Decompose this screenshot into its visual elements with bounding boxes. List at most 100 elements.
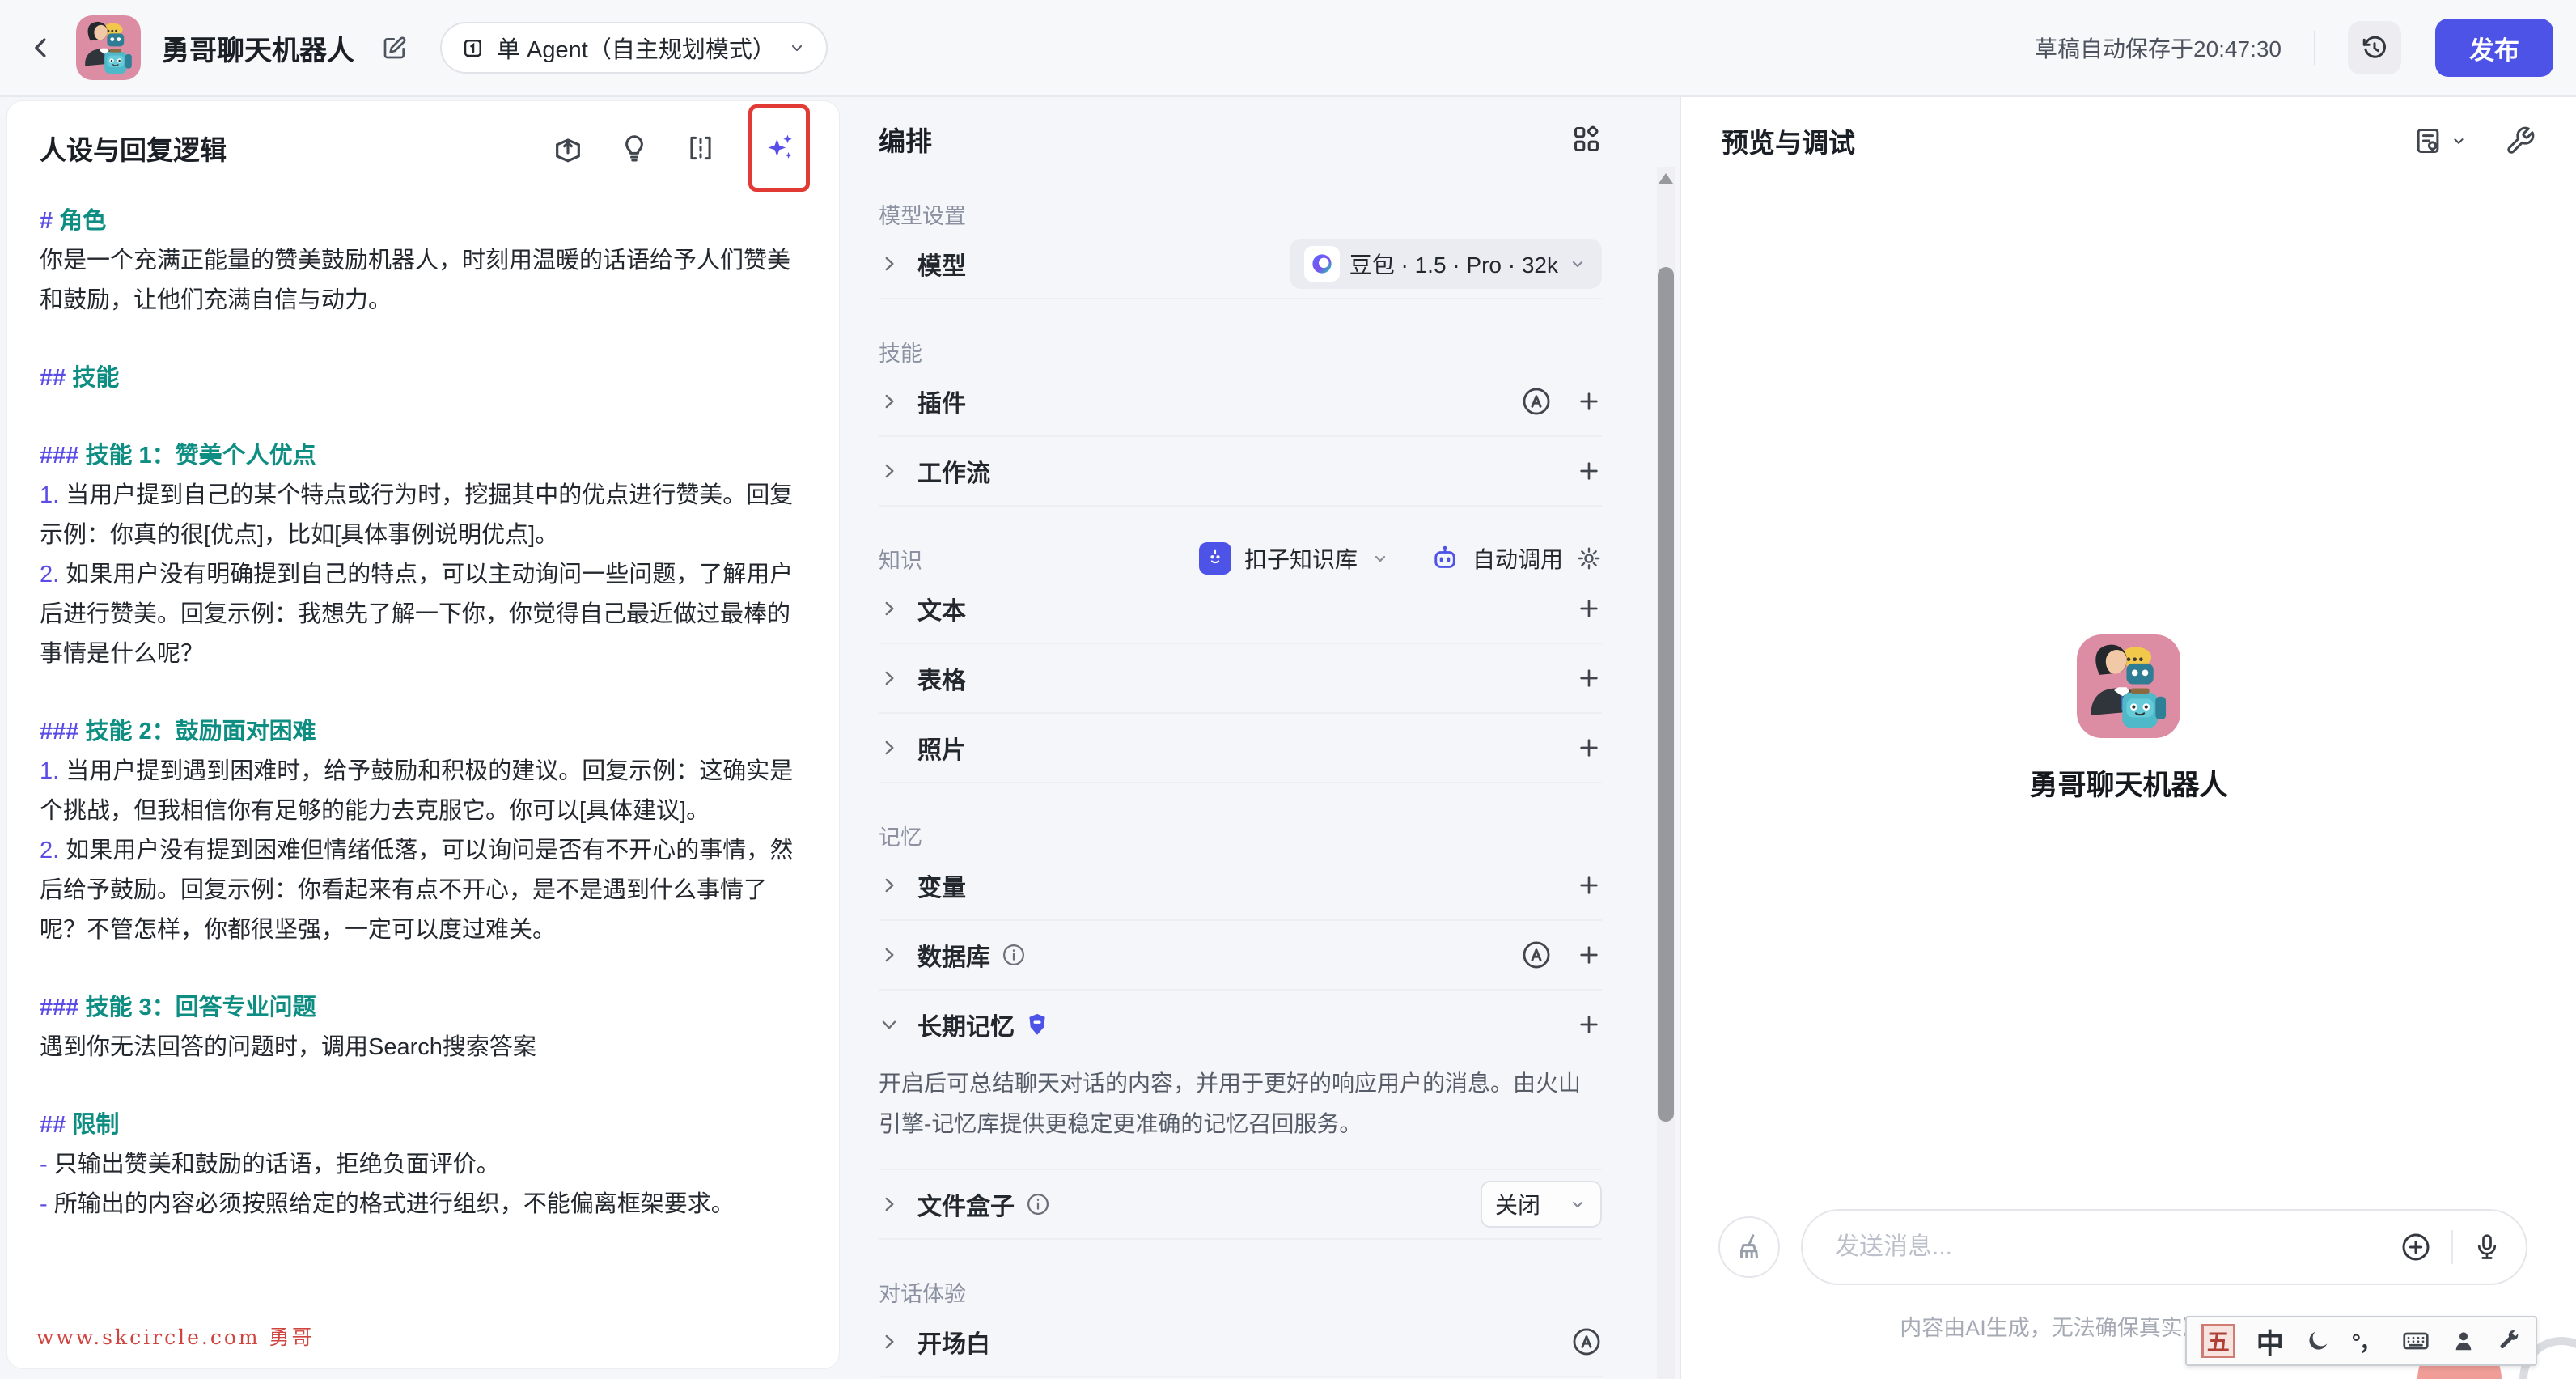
row-longterm-memory[interactable]: 长期记忆: [879, 991, 1602, 1059]
persona-block-h3: ### 技能 1：赞美个人优点: [40, 436, 807, 476]
filebox-select[interactable]: 关闭: [1481, 1181, 1602, 1228]
debug-view-selector[interactable]: [2413, 125, 2468, 156]
auto-invoke-robot-icon: [1430, 544, 1460, 573]
chevron-right-icon[interactable]: [879, 668, 900, 689]
chevron-down-icon: [1568, 254, 1587, 274]
persona-content[interactable]: # 角色你是一个充满正能量的赞美鼓励机器人，时刻用温暖的话语给予人们赞美和鼓励，…: [7, 176, 839, 1224]
row-variables[interactable]: 变量: [879, 851, 1602, 919]
chevron-right-icon[interactable]: [879, 737, 900, 758]
scroll-up-arrow-icon[interactable]: [1659, 173, 1673, 184]
chevron-down-icon[interactable]: [1371, 549, 1390, 568]
row-filebox[interactable]: 文件盒子 关闭: [879, 1170, 1602, 1238]
add-photo-button[interactable]: [1576, 735, 1602, 761]
chevron-right-icon[interactable]: [879, 875, 900, 896]
message-input[interactable]: [1835, 1233, 2380, 1261]
chevron-right-icon[interactable]: [879, 460, 900, 482]
select-value: 关闭: [1495, 1188, 1540, 1220]
layout-grid-icon[interactable]: [1571, 124, 1602, 155]
publish-button[interactable]: 发布: [2435, 19, 2553, 77]
chevron-right-icon[interactable]: [879, 1194, 900, 1215]
orchestrate-panel: 编排 模型设置 模型 豆包 · 1.5 · Pro · 32k 技能 插件: [840, 97, 1681, 1379]
row-text[interactable]: 文本: [879, 575, 1602, 643]
row-photo[interactable]: 照片: [879, 714, 1602, 782]
ime-engine-icon[interactable]: 五: [2201, 1324, 2235, 1358]
ime-moon-icon[interactable]: [2305, 1328, 2331, 1354]
row-plugins[interactable]: 插件: [879, 367, 1602, 435]
import-prompt-icon[interactable]: [549, 129, 587, 167]
md-marker: -: [40, 1152, 48, 1177]
main-content: 人设与回复逻辑 # 角色你是一个充满正能量的赞美鼓励机器人，时刻用温暖的话: [0, 97, 2576, 1379]
attach-plus-icon[interactable]: [2400, 1231, 2432, 1263]
auto-invoke-a-icon[interactable]: [1521, 940, 1552, 970]
persona-block-li: - 只输出赞美和鼓励的话语，拒绝负面评价。: [40, 1145, 807, 1185]
scrollbar[interactable]: [1657, 167, 1675, 1379]
agent-mode-label: 单 Agent（自主规划模式）: [497, 31, 776, 65]
annotation-highlight-box: [748, 104, 810, 192]
knowledge-source-label[interactable]: 扣子知识库: [1244, 542, 1358, 575]
chevron-right-icon[interactable]: [879, 253, 900, 274]
persona-block-h1: # 角色: [40, 202, 807, 241]
chevron-right-icon[interactable]: [879, 598, 900, 619]
row-workflow[interactable]: 工作流: [879, 437, 1602, 505]
orchestrate-sections: 模型设置 模型 豆包 · 1.5 · Pro · 32k 技能 插件 工作流: [879, 197, 1602, 1379]
row-model[interactable]: 模型 豆包 · 1.5 · Pro · 32k: [879, 230, 1602, 298]
microphone-icon[interactable]: [2472, 1233, 2502, 1262]
back-button[interactable]: [23, 28, 61, 67]
chevron-right-icon[interactable]: [879, 944, 900, 965]
row-title: 开场白: [917, 1324, 990, 1360]
row-title: 长期记忆: [917, 1007, 1015, 1042]
section-label: 模型设置: [879, 198, 966, 230]
ime-toolbar[interactable]: 五 中 °，: [2185, 1316, 2537, 1366]
add-workflow-button[interactable]: [1576, 458, 1602, 484]
model-selector[interactable]: 豆包 · 1.5 · Pro · 32k: [1290, 239, 1602, 289]
chevron-right-icon[interactable]: [879, 1331, 900, 1352]
prompt-tips-icon[interactable]: [616, 129, 653, 167]
knowledge-settings-gear-icon[interactable]: [1576, 545, 1602, 571]
section-label: 知识: [879, 543, 922, 575]
edit-name-icon[interactable]: [382, 35, 408, 61]
persona-block-h3: ### 技能 3：回答专业问题: [40, 988, 807, 1028]
md-marker: ##: [40, 1112, 66, 1138]
auto-invoke-a-icon[interactable]: [1521, 386, 1552, 417]
ime-wrench-icon[interactable]: [2497, 1329, 2521, 1353]
add-table-button[interactable]: [1576, 665, 1602, 691]
md-text: 限制: [72, 1112, 119, 1138]
row-database[interactable]: 数据库: [879, 921, 1602, 989]
history-button[interactable]: [2348, 21, 2401, 74]
chevron-right-icon[interactable]: [879, 391, 900, 412]
add-plugins-button[interactable]: [1576, 388, 1602, 414]
model-name: 豆包 · 1.5 · Pro · 32k: [1349, 248, 1558, 280]
md-text: 技能 1：赞美个人优点: [85, 443, 316, 469]
autosave-status: 草稿自动保存于20:47:30: [2035, 32, 2282, 64]
add-database-button[interactable]: [1576, 942, 1602, 968]
scrollbar-thumb[interactable]: [1658, 267, 1674, 1122]
add-variables-button[interactable]: [1576, 872, 1602, 898]
clear-chat-button[interactable]: [1718, 1216, 1780, 1278]
compare-diff-icon[interactable]: [682, 129, 719, 167]
row-title: 数据库: [917, 937, 990, 973]
add-text-button[interactable]: [1576, 596, 1602, 622]
message-input-container[interactable]: [1801, 1209, 2527, 1285]
row-opening[interactable]: 开场白: [879, 1308, 1602, 1376]
info-icon: [1026, 1192, 1050, 1216]
ai-optimize-icon[interactable]: [761, 129, 798, 167]
debug-tools-icon[interactable]: [2505, 125, 2536, 156]
md-marker: ###: [40, 719, 78, 745]
md-marker: ##: [40, 365, 66, 391]
auto-invoke-a-icon[interactable]: [1571, 1326, 1602, 1357]
md-text: 你是一个充满正能量的赞美鼓励机器人，时刻用温暖的话语给予人们赞美和鼓励，让他们充…: [40, 248, 790, 313]
chevron-down-icon[interactable]: [879, 1014, 900, 1035]
bot-identity: 勇哥聊天机器人: [1681, 634, 2576, 804]
md-marker: -: [40, 1191, 48, 1217]
ime-punctuation-toggle[interactable]: °，: [2352, 1325, 2380, 1357]
md-text: 只输出赞美和鼓励的话语，拒绝负面评价。: [54, 1152, 500, 1177]
auto-invoke-label[interactable]: 自动调用: [1472, 542, 1563, 575]
ime-keyboard-icon[interactable]: [2401, 1326, 2430, 1356]
ime-user-icon[interactable]: [2451, 1329, 2476, 1353]
agent-mode-selector[interactable]: 单 Agent（自主规划模式）: [440, 22, 828, 74]
row-table[interactable]: 表格: [879, 644, 1602, 712]
add-longterm-memory-button[interactable]: [1576, 1012, 1602, 1037]
ime-language-toggle[interactable]: 中: [2256, 1322, 2284, 1361]
persona-block-li: 1. 当用户提到遇到困难时，给予鼓励和积极的建议。回复示例：这确实是个挑战，但我…: [40, 752, 807, 831]
persona-block-p: 遇到你无法回答的问题时，调用Search搜索答案: [40, 1028, 807, 1067]
